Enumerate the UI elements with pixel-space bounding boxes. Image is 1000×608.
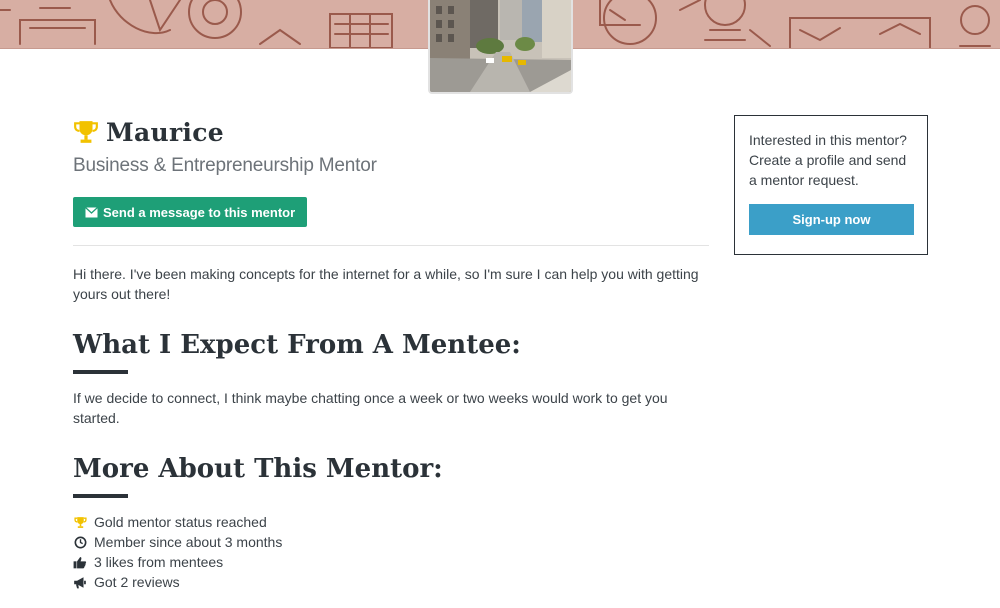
list-item: Got 2 reviews <box>73 572 709 592</box>
mentor-title: Business & Entrepreneurship Mentor <box>73 155 377 176</box>
avatar <box>428 0 573 94</box>
name-row: Maurice <box>73 112 709 152</box>
envelope-icon <box>85 206 98 217</box>
heading-underline <box>73 370 128 374</box>
trophy-icon <box>74 121 98 143</box>
expect-text: If we decide to connect, I think maybe c… <box>73 390 668 426</box>
list-item: 3 likes from mentees <box>73 552 709 572</box>
mentor-name: Maurice <box>106 117 224 147</box>
divider <box>73 245 709 246</box>
stat-text: Gold mentor status reached <box>94 514 267 530</box>
megaphone-icon <box>73 575 87 589</box>
send-message-button[interactable]: Send a message to this mentor <box>73 197 308 227</box>
more-heading: More About This Mentor: <box>73 454 443 484</box>
trophy-icon <box>73 515 87 529</box>
stat-text: Member since about 3 months <box>94 534 283 550</box>
clock-icon <box>73 535 87 549</box>
send-message-label: Send a message to this mentor <box>103 204 296 220</box>
city-street-photo <box>430 0 571 92</box>
thumbs-up-icon <box>73 555 87 569</box>
mentor-profile: Maurice Business & Entrepreneurship Ment… <box>73 112 709 608</box>
mentor-bio: Hi there. I've been making concepts for … <box>73 266 699 302</box>
stat-text: 3 likes from mentees <box>94 554 224 570</box>
signup-card-text: Interested in this mentor? Create a prof… <box>749 132 907 188</box>
list-item: Gold mentor status reached <box>73 512 709 532</box>
signup-card: Interested in this mentor? Create a prof… <box>734 115 928 255</box>
expect-heading: What I Expect From A Mentee: <box>73 330 521 360</box>
signup-button[interactable]: Sign-up now <box>749 204 914 235</box>
mentor-stats-list: Gold mentor status reached Member since … <box>73 512 709 592</box>
list-item: Member since about 3 months <box>73 532 709 552</box>
stat-text: Got 2 reviews <box>94 574 180 590</box>
heading-underline <box>73 494 128 498</box>
